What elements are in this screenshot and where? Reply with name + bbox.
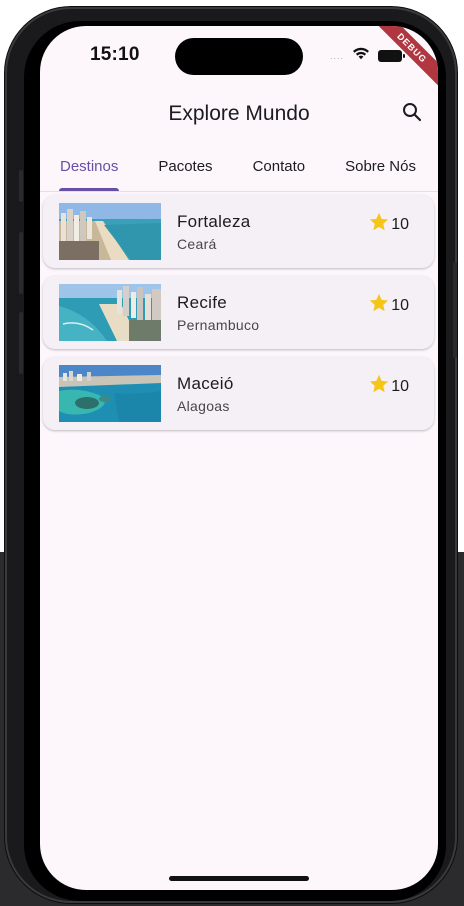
side-button-volume-down xyxy=(19,312,23,374)
tab-bar: Destinos Pacotes Contato Sobre Nós xyxy=(40,146,438,192)
side-button-power xyxy=(453,262,457,358)
destination-name: Fortaleza xyxy=(177,212,251,231)
side-button-action xyxy=(19,170,23,202)
tab-destinos[interactable]: Destinos xyxy=(40,146,138,191)
star-icon xyxy=(368,373,390,400)
dynamic-island xyxy=(175,38,303,75)
destination-list: Fortaleza Ceará 10 Recife Pernambuco 10 … xyxy=(43,195,434,438)
app-screen: 15:10 .... DEBUG Explore Mundo Destinos … xyxy=(40,26,438,890)
destination-name: Maceió xyxy=(177,374,234,393)
rating-value: 10 xyxy=(391,377,409,395)
destination-state: Ceará xyxy=(177,236,217,252)
search-icon xyxy=(402,102,422,127)
debug-label: DEBUG xyxy=(370,26,438,90)
debug-banner: DEBUG xyxy=(368,26,438,96)
rating-value: 10 xyxy=(391,215,409,233)
signal-dots: .... xyxy=(329,50,344,61)
status-time: 15:10 xyxy=(90,44,140,65)
destination-state: Alagoas xyxy=(177,398,230,414)
destination-name: Recife xyxy=(177,293,227,312)
destination-card-recife[interactable]: Recife Pernambuco 10 xyxy=(43,276,434,349)
destination-rating: 10 xyxy=(368,373,409,400)
search-button[interactable] xyxy=(398,100,426,128)
side-button-volume-up xyxy=(19,232,23,294)
destination-card-fortaleza[interactable]: Fortaleza Ceará 10 xyxy=(43,195,434,268)
destination-thumbnail xyxy=(59,203,161,260)
destination-state: Pernambuco xyxy=(177,317,260,333)
tab-pacotes[interactable]: Pacotes xyxy=(138,146,232,191)
tab-contato[interactable]: Contato xyxy=(233,146,326,191)
destination-card-maceio[interactable]: Maceió Alagoas 10 xyxy=(43,357,434,430)
destination-rating: 10 xyxy=(368,292,409,319)
destination-rating: 10 xyxy=(368,211,409,238)
page-title: Explore Mundo xyxy=(168,102,310,125)
tab-sobre-nos[interactable]: Sobre Nós xyxy=(325,146,436,191)
destination-thumbnail xyxy=(59,284,161,341)
star-icon xyxy=(368,292,390,319)
rating-value: 10 xyxy=(391,296,409,314)
destination-thumbnail xyxy=(59,365,161,422)
star-icon xyxy=(368,211,390,238)
home-indicator[interactable] xyxy=(169,876,309,881)
